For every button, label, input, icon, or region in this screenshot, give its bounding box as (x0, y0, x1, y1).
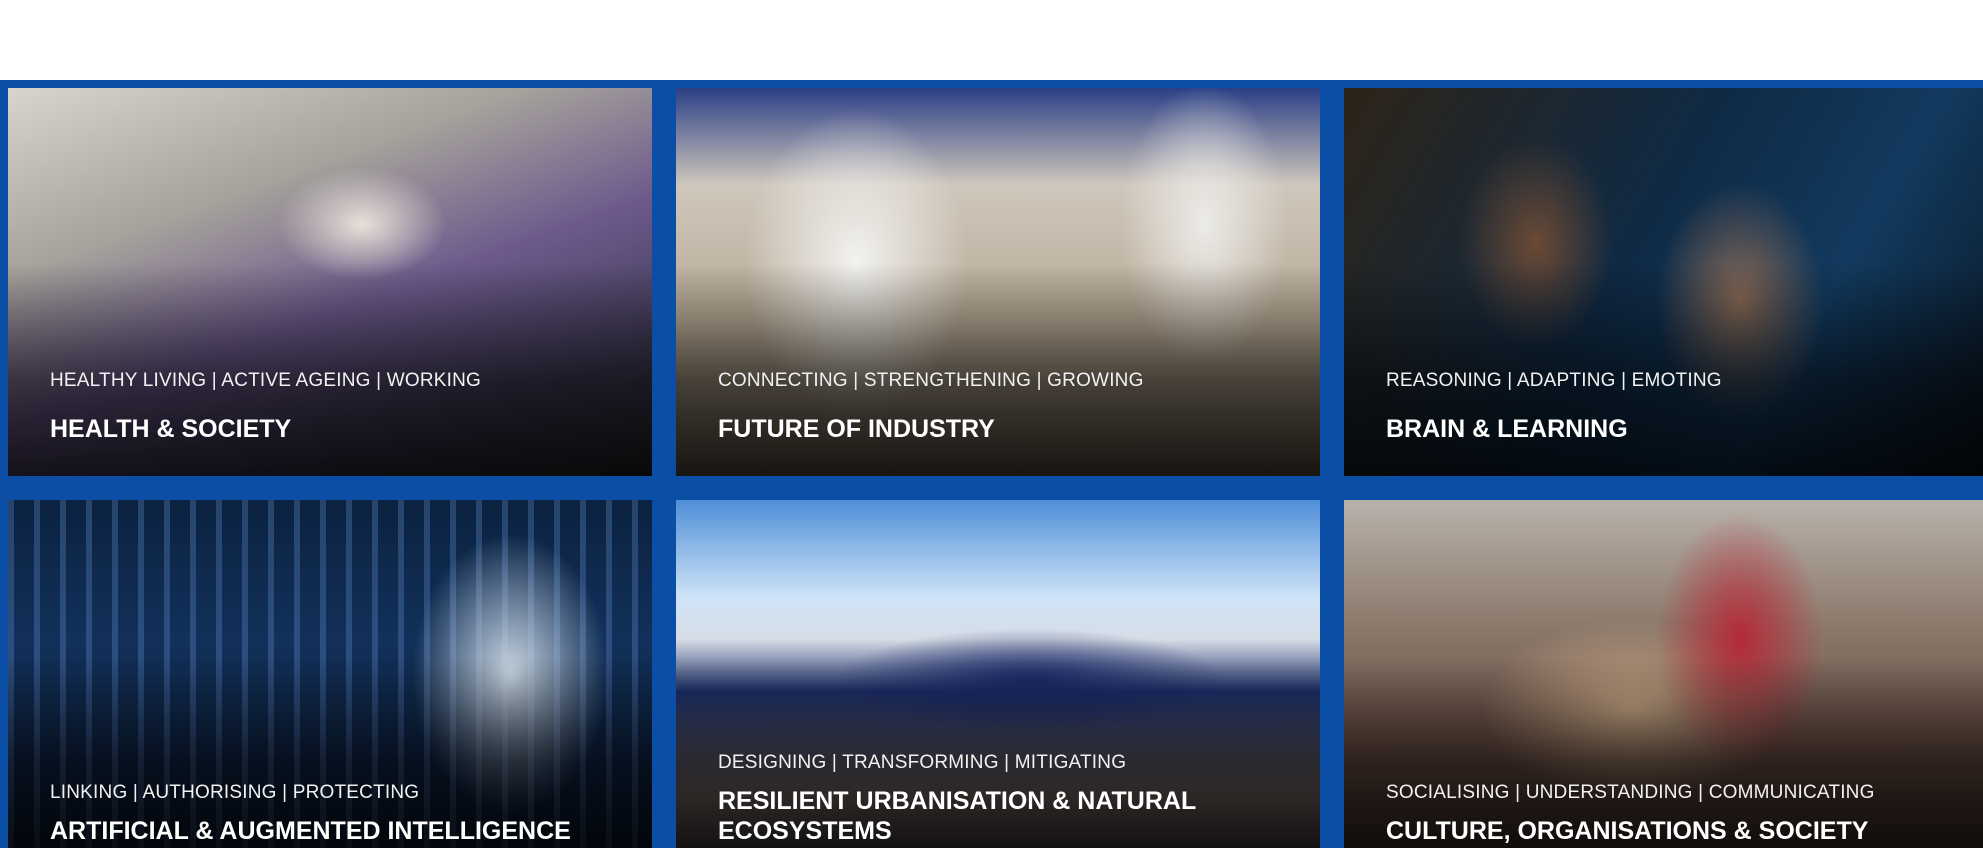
tile-culture-organisations-society[interactable]: SOCIALISING | UNDERSTANDING | COMMUNICAT… (1344, 500, 1983, 848)
tile-title: ARTIFICIAL & AUGMENTED INTELLIGENCE (50, 817, 571, 845)
tile-health-society[interactable]: HEALTHY LIVING | ACTIVE AGEING | WORKING… (8, 88, 652, 476)
tile-tags: SOCIALISING | UNDERSTANDING | COMMUNICAT… (1386, 782, 1875, 803)
tile-title: FUTURE OF INDUSTRY (718, 415, 995, 443)
tile-tags: LINKING | AUTHORISING | PROTECTING (50, 782, 420, 803)
tile-title: BRAIN & LEARNING (1386, 415, 1628, 443)
tile-brain-learning[interactable]: REASONING | ADAPTING | EMOTING BRAIN & L… (1344, 88, 1983, 476)
tile-title: CULTURE, ORGANISATIONS & SOCIETY (1386, 817, 1869, 845)
tile-future-of-industry[interactable]: CONNECTING | STRENGTHENING | GROWING FUT… (676, 88, 1320, 476)
tile-tags: HEALTHY LIVING | ACTIVE AGEING | WORKING (50, 370, 482, 391)
tile-title: HEALTH & SOCIETY (50, 415, 292, 443)
tile-tags: REASONING | ADAPTING | EMOTING (1386, 370, 1722, 391)
tile-tags: CONNECTING | STRENGTHENING | GROWING (718, 370, 1144, 391)
tile-title: RESILIENT URBANISATION & NATURAL ECOSYST… (718, 787, 1196, 845)
tile-artificial-augmented-intelligence[interactable]: LINKING | AUTHORISING | PROTECTING ARTIF… (8, 500, 652, 848)
tile-resilient-urbanisation[interactable]: DESIGNING | TRANSFORMING | MITIGATING RE… (676, 500, 1320, 848)
tile-tags: DESIGNING | TRANSFORMING | MITIGATING (718, 752, 1127, 773)
top-strip (0, 0, 1983, 80)
research-areas-grid: HEALTHY LIVING | ACTIVE AGEING | WORKING… (0, 80, 1983, 848)
